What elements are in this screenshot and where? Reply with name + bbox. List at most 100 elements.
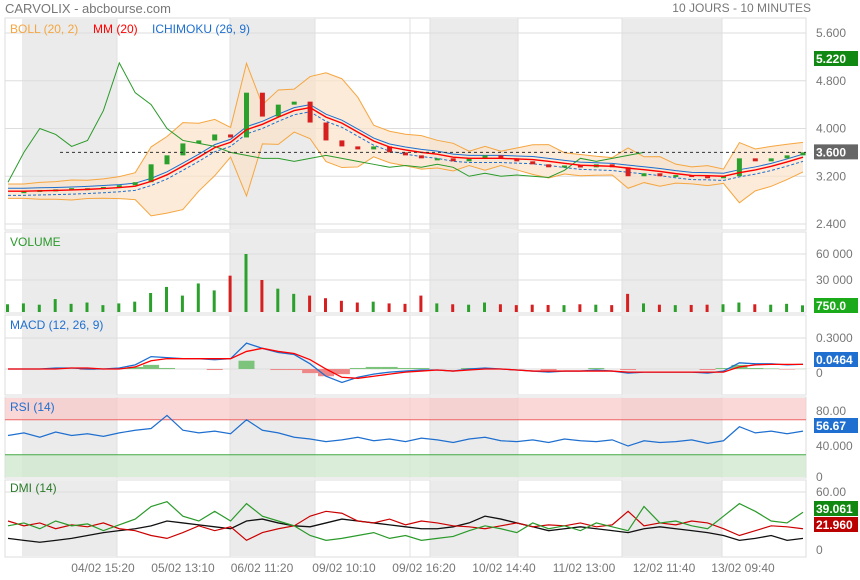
candlestick [323,122,329,141]
rsi-tick: 40.000 [816,439,853,453]
volume-bar [276,288,280,312]
session-band [430,316,518,394]
candlestick [196,140,202,144]
price-tick: 4.000 [816,122,846,136]
dmi-tick: 60.00 [816,485,846,499]
volume-bar [212,290,216,312]
volume-bar [228,275,232,312]
volume-bar [244,254,248,312]
macd-histogram-bar [540,369,557,371]
candlestick [562,165,567,168]
candlestick [307,101,313,123]
last-price-badge: 3.600 [816,145,846,159]
legend-mm: MM (20) [93,22,138,36]
candlestick [355,146,361,150]
candlestick [371,146,377,150]
volume-bar [435,303,439,312]
session-band [622,233,722,312]
macd-tick: 0 [816,366,823,380]
macd-histogram-bar [588,367,605,369]
session-band [430,233,518,312]
macd-histogram-bar [397,367,414,369]
stock-chart[interactable]: 5.600 4.800 4.000 3.200 2.400 5.220 3.600 BOLL … [0,0,860,580]
volume-bar [117,303,121,312]
volume-bar [467,304,471,312]
volume-bar [133,301,137,312]
candlestick [752,158,758,162]
volume-bar [387,303,391,312]
dmi-minus-badge: 21.960 [816,518,853,532]
candlestick [530,161,536,165]
macd-histogram-bar [286,369,303,371]
volume-bar [21,303,25,312]
session-band [430,19,518,229]
macd-histogram-bar [349,367,366,369]
macd-tick: 0.3000 [816,331,853,345]
candlestick [418,155,424,159]
candlestick [705,176,711,179]
volume-bar [610,305,614,312]
session-band [230,316,315,394]
volume-bar [37,304,41,312]
volume-bar [483,302,486,312]
legend-dmi: DMI (14) [10,481,57,495]
volume-bar [324,298,327,312]
rsi-overbought-zone [5,398,806,420]
macd-last-badge: 0.0464 [816,353,853,367]
volume-bar [149,293,153,312]
volume-bar [737,302,741,312]
price-tick: 5.600 [816,26,846,40]
candlestick [768,158,774,162]
volume-bar [673,305,677,312]
volume-bar [371,301,375,312]
volume-tick: 60 000 [816,247,853,261]
candlestick [259,92,265,117]
volume-tick: 30 000 [816,273,853,287]
volume-bar [403,303,407,312]
volume-bar [514,305,518,312]
high-marker-badge: 5.220 [816,52,846,66]
macd-histogram-bar [413,367,430,369]
volume-bar [546,304,550,312]
legend-rsi: RSI (14) [10,400,55,414]
macd-histogram-bar [763,368,780,369]
candlestick [784,155,790,159]
rsi-tick: 80.00 [816,404,846,418]
macd-histogram-bar [333,369,350,375]
macd-histogram-bar [238,360,255,369]
session-band [622,316,722,394]
volume-bar [180,295,184,312]
x-axis-label: 05/02 13:10 [151,561,215,575]
volume-bar [101,305,105,312]
volume-bar [6,304,9,312]
volume-bar [626,293,630,312]
macd-histogram-bar [302,369,319,374]
macd-histogram-bar [620,369,637,371]
macd-histogram-bar [365,366,382,369]
volume-bar [801,305,804,312]
volume-bar [769,304,773,312]
candlestick [132,182,138,186]
macd-histogram-bar [747,367,764,369]
volume-bar [785,303,789,312]
x-axis-label: 11/02 13:00 [553,561,616,575]
x-axis-label: 06/02 11:20 [231,561,294,575]
candlestick [546,164,552,168]
chart-container: CARVOLIX - abcbourse.com 10 JOURS - 10 M… [0,0,860,580]
rsi-tick: 0 [816,470,823,484]
legend-macd: MACD (12, 26, 9) [10,318,103,332]
dmi-tick: 0 [816,543,823,557]
volume-bar [705,304,709,312]
session-band [230,233,315,312]
price-tick: 4.800 [816,74,846,88]
candlestick [148,164,154,183]
candlestick [657,173,663,177]
candlestick [450,158,456,162]
macd-histogram-bar [381,366,398,369]
volume-bar [753,304,757,312]
volume-bar [339,300,343,312]
x-axis-label: 04/02 15:20 [71,561,135,575]
candlestick [180,143,186,156]
price-tick: 2.400 [816,217,846,231]
rsi-last-badge: 56.67 [816,419,846,433]
